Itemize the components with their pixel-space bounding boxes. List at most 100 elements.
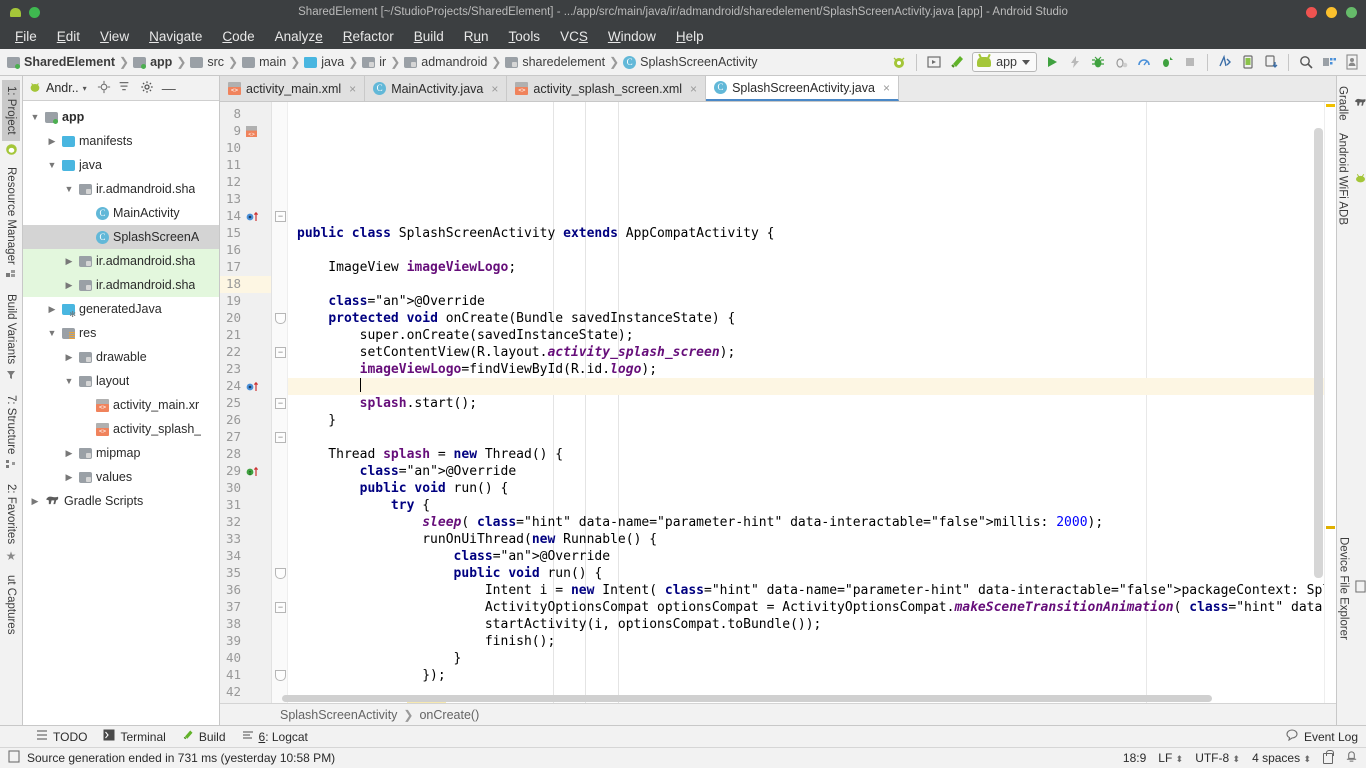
tree-item-java[interactable]: ▼ java — [23, 153, 219, 177]
tree-item-ir-admandroid-sha[interactable]: ▼ ir.admandroid.sha — [23, 177, 219, 201]
gutter-line-15[interactable]: 15 — [220, 225, 271, 242]
fold-toggle-icon[interactable]: − — [275, 398, 286, 409]
tree-item-mainactivity[interactable]: C MainActivity — [23, 201, 219, 225]
editor-tab-activity-splash-screen-xml[interactable]: activity_splash_screen.xml × — [507, 76, 707, 101]
code-line-10[interactable] — [288, 242, 1324, 259]
code-line-34[interactable]: } — [288, 650, 1324, 667]
indent-selector[interactable]: 4 spaces ⬍ — [1252, 751, 1311, 765]
implemented-method-icon[interactable]: I — [246, 465, 260, 480]
tree-item-gradle-scripts[interactable]: ▶ Gradle Scripts — [23, 489, 219, 513]
code-line-33[interactable]: finish(); — [288, 633, 1324, 650]
run-configuration-selector[interactable]: app — [972, 52, 1037, 72]
gutter-line-23[interactable]: 23 — [220, 361, 271, 378]
code-line-11[interactable]: ImageView imageViewLogo; — [288, 259, 1324, 276]
lock-icon[interactable] — [1323, 749, 1334, 764]
gutter-line-21[interactable]: 21 — [220, 327, 271, 344]
vertical-scrollbar[interactable] — [1314, 128, 1323, 578]
code-line-14[interactable]: protected void onCreate(Bundle savedInst… — [288, 310, 1324, 327]
right-tool-rail[interactable]: Gradle Android WiFi ADB Device File Expl… — [1336, 76, 1366, 725]
hide-panel-icon[interactable]: — — [162, 81, 176, 95]
sidebar-item-project[interactable]: 1: Project — [2, 80, 20, 141]
gutter-line-40[interactable]: 40 — [220, 650, 271, 667]
gutter-line-36[interactable]: 36 — [220, 582, 271, 599]
gutter-line-22[interactable]: 22 — [220, 344, 271, 361]
horizontal-scrollbar[interactable] — [282, 695, 1212, 702]
code-line-25[interactable]: try { — [288, 497, 1324, 514]
breadcrumb-splashscreenactivity[interactable]: C SplashScreenActivity — [620, 55, 760, 69]
breadcrumb-admandroid[interactable]: admandroid — [401, 55, 490, 69]
editor-tabs[interactable]: activity_main.xml×CMainActivity.java×act… — [220, 76, 1336, 102]
menu-item-analyze[interactable]: Analyze — [266, 27, 332, 46]
twisty-open-icon[interactable]: ▼ — [29, 112, 41, 122]
fold-line-25[interactable]: − — [272, 395, 287, 412]
tree-item-mipmap[interactable]: ▶ mipmap — [23, 441, 219, 465]
tree-item-drawable[interactable]: ▶ drawable — [23, 345, 219, 369]
tool-window-terminal[interactable]: Terminal — [103, 729, 166, 744]
search-icon[interactable] — [1298, 54, 1314, 70]
user-avatar-icon[interactable] — [1344, 54, 1360, 70]
code-line-24[interactable]: public void run() { — [288, 480, 1324, 497]
gutter-line-38[interactable]: 38 — [220, 616, 271, 633]
menu-item-refactor[interactable]: Refactor — [334, 27, 403, 46]
menu-item-view[interactable]: View — [91, 27, 138, 46]
code-line-35[interactable]: }); — [288, 667, 1324, 684]
gutter-line-13[interactable]: 13 — [220, 191, 271, 208]
twisty-closed-icon[interactable]: ▶ — [29, 496, 41, 507]
inspector-icon[interactable] — [1345, 750, 1358, 766]
tree-item-ir-admandroid-sha[interactable]: ▶ ir.admandroid.sha — [23, 273, 219, 297]
caret-position-indicator[interactable]: 18:9 — [1123, 751, 1146, 765]
twisty-closed-icon[interactable]: ▶ — [46, 304, 58, 315]
code-line-22[interactable]: Thread splash = new Thread() { — [288, 446, 1324, 463]
left-tool-rail[interactable]: 1: Project Resource Manager Build Varian… — [0, 76, 23, 725]
navigation-toolbar[interactable]: SharedElement ❯ app ❯ src ❯ main ❯ java … — [0, 49, 1366, 76]
main-toolbar-actions[interactable]: app — [891, 52, 1362, 72]
gutter-line-41[interactable]: 41 — [220, 667, 271, 684]
gutter-line-32[interactable]: 32 — [220, 514, 271, 531]
breadcrumb-main[interactable]: main — [239, 55, 289, 69]
gutter-line-11[interactable]: 11 — [220, 157, 271, 174]
code-line-32[interactable]: startActivity(i, optionsCompat.toBundle(… — [288, 616, 1324, 633]
line-separator-selector[interactable]: LF ⬍ — [1158, 751, 1183, 765]
gutter-line-20[interactable]: 20 — [220, 310, 271, 327]
run-coverage-icon[interactable] — [1159, 54, 1175, 70]
gutter-line-25[interactable]: 25 — [220, 395, 271, 412]
gutter-line-37[interactable]: 37 — [220, 599, 271, 616]
tree-item-layout[interactable]: ▼ layout — [23, 369, 219, 393]
menu-item-code[interactable]: Code — [213, 27, 263, 46]
editor-breadcrumb-bar[interactable]: SplashScreenActivity ❯ onCreate() — [220, 703, 1336, 725]
project-tool-window[interactable]: Andr.. ▾ — ▼ app ▶ manifests ▼ java ▼ ir.admand… — [23, 76, 220, 725]
window-controls[interactable] — [1306, 6, 1366, 18]
breadcrumb-method[interactable]: onCreate() — [419, 708, 479, 722]
gutter-line-26[interactable]: 26 — [220, 412, 271, 429]
sidebar-item-captures[interactable]: ut Captures — [2, 569, 20, 640]
editor-tab-mainactivity-java[interactable]: C MainActivity.java × — [365, 76, 508, 101]
tree-item-activity-main-xr[interactable]: activity_main.xr — [23, 393, 219, 417]
preview-icon[interactable] — [926, 54, 942, 70]
gutter-line-31[interactable]: 31 — [220, 497, 271, 514]
fold-line-37[interactable]: − — [272, 599, 287, 616]
tree-item-values[interactable]: ▶ values — [23, 465, 219, 489]
code-line-27[interactable]: runOnUiThread(new Runnable() { — [288, 531, 1324, 548]
code-line-29[interactable]: public void run() { — [288, 565, 1324, 582]
close-window-button[interactable] — [1306, 6, 1317, 18]
code-line-12[interactable] — [288, 276, 1324, 293]
gutter-line-39[interactable]: 39 — [220, 633, 271, 650]
fold-toggle-icon[interactable] — [275, 568, 286, 579]
tree-item-ir-admandroid-sha[interactable]: ▶ ir.admandroid.sha — [23, 249, 219, 273]
twisty-closed-icon[interactable]: ▶ — [63, 352, 75, 363]
breadcrumb-sharedelement-pkg[interactable]: sharedelement — [502, 55, 608, 69]
gutter-line-18[interactable]: 18 — [220, 276, 271, 293]
twisty-closed-icon[interactable]: ▶ — [63, 256, 75, 267]
tree-item-generatedjava[interactable]: ▶ generatedJava — [23, 297, 219, 321]
status-bar-right[interactable]: 18:9 LF ⬍ UTF-8 ⬍ 4 spaces ⬍ — [1123, 749, 1358, 766]
code-folding-gutter[interactable]: − − − − − — [272, 102, 288, 703]
gutter-line-14[interactable]: 14 — [220, 208, 271, 225]
twisty-open-icon[interactable]: ▼ — [63, 184, 75, 194]
menu-item-help[interactable]: Help — [667, 27, 713, 46]
menu-item-file[interactable]: File — [6, 27, 46, 46]
attach-debugger-icon[interactable] — [1113, 54, 1129, 70]
twisty-closed-icon[interactable]: ▶ — [63, 448, 75, 459]
fold-line-27[interactable]: − — [272, 429, 287, 446]
collapse-all-icon[interactable] — [117, 80, 131, 97]
breadcrumb-sharedelement[interactable]: SharedElement — [4, 55, 118, 69]
